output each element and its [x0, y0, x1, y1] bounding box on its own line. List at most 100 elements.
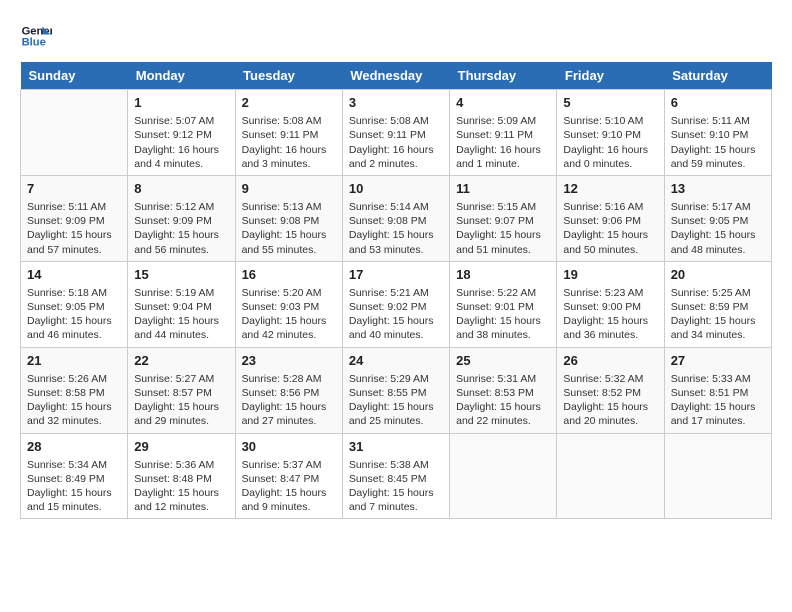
day-info: Sunrise: 5:08 AM Sunset: 9:11 PM Dayligh…	[242, 114, 336, 171]
weekday-header-saturday: Saturday	[664, 62, 771, 90]
calendar-table: SundayMondayTuesdayWednesdayThursdayFrid…	[20, 62, 772, 519]
weekday-header-row: SundayMondayTuesdayWednesdayThursdayFrid…	[21, 62, 772, 90]
day-info: Sunrise: 5:32 AM Sunset: 8:52 PM Dayligh…	[563, 372, 657, 429]
day-number: 1	[134, 94, 228, 112]
day-info: Sunrise: 5:28 AM Sunset: 8:56 PM Dayligh…	[242, 372, 336, 429]
day-info: Sunrise: 5:20 AM Sunset: 9:03 PM Dayligh…	[242, 286, 336, 343]
calendar-cell: 8 Sunrise: 5:12 AM Sunset: 9:09 PM Daylig…	[128, 175, 235, 261]
day-info: Sunrise: 5:17 AM Sunset: 9:05 PM Dayligh…	[671, 200, 765, 257]
day-info: Sunrise: 5:10 AM Sunset: 9:10 PM Dayligh…	[563, 114, 657, 171]
calendar-cell: 2 Sunrise: 5:08 AM Sunset: 9:11 PM Daylig…	[235, 90, 342, 176]
day-number: 2	[242, 94, 336, 112]
day-info: Sunrise: 5:19 AM Sunset: 9:04 PM Dayligh…	[134, 286, 228, 343]
calendar-cell: 31 Sunrise: 5:38 AM Sunset: 8:45 PM Dayli…	[342, 433, 449, 519]
calendar-cell: 28 Sunrise: 5:34 AM Sunset: 8:49 PM Dayli…	[21, 433, 128, 519]
calendar-cell: 27 Sunrise: 5:33 AM Sunset: 8:51 PM Dayli…	[664, 347, 771, 433]
calendar-week-row: 21 Sunrise: 5:26 AM Sunset: 8:58 PM Dayli…	[21, 347, 772, 433]
calendar-cell: 25 Sunrise: 5:31 AM Sunset: 8:53 PM Dayli…	[450, 347, 557, 433]
day-number: 16	[242, 266, 336, 284]
calendar-body: 1 Sunrise: 5:07 AM Sunset: 9:12 PM Daylig…	[21, 90, 772, 519]
day-info: Sunrise: 5:23 AM Sunset: 9:00 PM Dayligh…	[563, 286, 657, 343]
day-number: 25	[456, 352, 550, 370]
day-info: Sunrise: 5:25 AM Sunset: 8:59 PM Dayligh…	[671, 286, 765, 343]
svg-text:Blue: Blue	[22, 37, 46, 49]
day-number: 9	[242, 180, 336, 198]
day-info: Sunrise: 5:36 AM Sunset: 8:48 PM Dayligh…	[134, 458, 228, 515]
day-number: 4	[456, 94, 550, 112]
calendar-cell: 13 Sunrise: 5:17 AM Sunset: 9:05 PM Dayli…	[664, 175, 771, 261]
day-info: Sunrise: 5:27 AM Sunset: 8:57 PM Dayligh…	[134, 372, 228, 429]
day-info: Sunrise: 5:18 AM Sunset: 9:05 PM Dayligh…	[27, 286, 121, 343]
day-info: Sunrise: 5:07 AM Sunset: 9:12 PM Dayligh…	[134, 114, 228, 171]
day-number: 15	[134, 266, 228, 284]
day-number: 29	[134, 438, 228, 456]
day-info: Sunrise: 5:13 AM Sunset: 9:08 PM Dayligh…	[242, 200, 336, 257]
day-number: 11	[456, 180, 550, 198]
day-info: Sunrise: 5:29 AM Sunset: 8:55 PM Dayligh…	[349, 372, 443, 429]
day-info: Sunrise: 5:15 AM Sunset: 9:07 PM Dayligh…	[456, 200, 550, 257]
calendar-cell: 1 Sunrise: 5:07 AM Sunset: 9:12 PM Daylig…	[128, 90, 235, 176]
calendar-cell: 3 Sunrise: 5:08 AM Sunset: 9:11 PM Daylig…	[342, 90, 449, 176]
day-number: 8	[134, 180, 228, 198]
calendar-cell: 24 Sunrise: 5:29 AM Sunset: 8:55 PM Dayli…	[342, 347, 449, 433]
calendar-cell: 14 Sunrise: 5:18 AM Sunset: 9:05 PM Dayli…	[21, 261, 128, 347]
day-number: 21	[27, 352, 121, 370]
day-number: 19	[563, 266, 657, 284]
calendar-cell: 15 Sunrise: 5:19 AM Sunset: 9:04 PM Dayli…	[128, 261, 235, 347]
calendar-cell	[21, 90, 128, 176]
calendar-cell: 18 Sunrise: 5:22 AM Sunset: 9:01 PM Dayli…	[450, 261, 557, 347]
day-info: Sunrise: 5:12 AM Sunset: 9:09 PM Dayligh…	[134, 200, 228, 257]
day-info: Sunrise: 5:09 AM Sunset: 9:11 PM Dayligh…	[456, 114, 550, 171]
calendar-cell: 6Sunrise: 5:11 AM Sunset: 9:10 PM Daylig…	[664, 90, 771, 176]
day-number: 31	[349, 438, 443, 456]
calendar-week-row: 14 Sunrise: 5:18 AM Sunset: 9:05 PM Dayli…	[21, 261, 772, 347]
calendar-cell: 9 Sunrise: 5:13 AM Sunset: 9:08 PM Daylig…	[235, 175, 342, 261]
calendar-cell: 4 Sunrise: 5:09 AM Sunset: 9:11 PM Daylig…	[450, 90, 557, 176]
weekday-header-monday: Monday	[128, 62, 235, 90]
day-number: 20	[671, 266, 765, 284]
calendar-header: SundayMondayTuesdayWednesdayThursdayFrid…	[21, 62, 772, 90]
day-number: 27	[671, 352, 765, 370]
day-number: 10	[349, 180, 443, 198]
calendar-cell: 26Sunrise: 5:32 AM Sunset: 8:52 PM Dayli…	[557, 347, 664, 433]
calendar-week-row: 28 Sunrise: 5:34 AM Sunset: 8:49 PM Dayli…	[21, 433, 772, 519]
calendar-week-row: 1 Sunrise: 5:07 AM Sunset: 9:12 PM Daylig…	[21, 90, 772, 176]
calendar-cell: 20 Sunrise: 5:25 AM Sunset: 8:59 PM Dayli…	[664, 261, 771, 347]
calendar-cell: 29 Sunrise: 5:36 AM Sunset: 8:48 PM Dayli…	[128, 433, 235, 519]
day-info: Sunrise: 5:26 AM Sunset: 8:58 PM Dayligh…	[27, 372, 121, 429]
day-info: Sunrise: 5:34 AM Sunset: 8:49 PM Dayligh…	[27, 458, 121, 515]
day-number: 30	[242, 438, 336, 456]
calendar-cell: 21 Sunrise: 5:26 AM Sunset: 8:58 PM Dayli…	[21, 347, 128, 433]
calendar-cell: 12Sunrise: 5:16 AM Sunset: 9:06 PM Dayli…	[557, 175, 664, 261]
calendar-cell: 5Sunrise: 5:10 AM Sunset: 9:10 PM Daylig…	[557, 90, 664, 176]
day-number: 23	[242, 352, 336, 370]
day-number: 18	[456, 266, 550, 284]
day-number: 28	[27, 438, 121, 456]
day-number: 17	[349, 266, 443, 284]
calendar-cell: 22Sunrise: 5:27 AM Sunset: 8:57 PM Dayli…	[128, 347, 235, 433]
calendar-cell: 7Sunrise: 5:11 AM Sunset: 9:09 PM Daylig…	[21, 175, 128, 261]
logo: General Blue	[20, 20, 52, 52]
weekday-header-friday: Friday	[557, 62, 664, 90]
calendar-cell	[557, 433, 664, 519]
day-number: 14	[27, 266, 121, 284]
calendar-cell: 11 Sunrise: 5:15 AM Sunset: 9:07 PM Dayli…	[450, 175, 557, 261]
day-info: Sunrise: 5:08 AM Sunset: 9:11 PM Dayligh…	[349, 114, 443, 171]
day-info: Sunrise: 5:21 AM Sunset: 9:02 PM Dayligh…	[349, 286, 443, 343]
calendar-cell: 23 Sunrise: 5:28 AM Sunset: 8:56 PM Dayli…	[235, 347, 342, 433]
day-number: 12	[563, 180, 657, 198]
svg-text:General: General	[22, 25, 52, 37]
day-info: Sunrise: 5:38 AM Sunset: 8:45 PM Dayligh…	[349, 458, 443, 515]
logo-icon: General Blue	[20, 20, 52, 52]
day-number: 13	[671, 180, 765, 198]
day-info: Sunrise: 5:33 AM Sunset: 8:51 PM Dayligh…	[671, 372, 765, 429]
weekday-header-tuesday: Tuesday	[235, 62, 342, 90]
calendar-cell: 16 Sunrise: 5:20 AM Sunset: 9:03 PM Dayli…	[235, 261, 342, 347]
day-number: 24	[349, 352, 443, 370]
page-header: General Blue	[20, 20, 772, 52]
day-info: Sunrise: 5:31 AM Sunset: 8:53 PM Dayligh…	[456, 372, 550, 429]
day-info: Sunrise: 5:22 AM Sunset: 9:01 PM Dayligh…	[456, 286, 550, 343]
weekday-header-thursday: Thursday	[450, 62, 557, 90]
calendar-cell	[450, 433, 557, 519]
day-number: 3	[349, 94, 443, 112]
